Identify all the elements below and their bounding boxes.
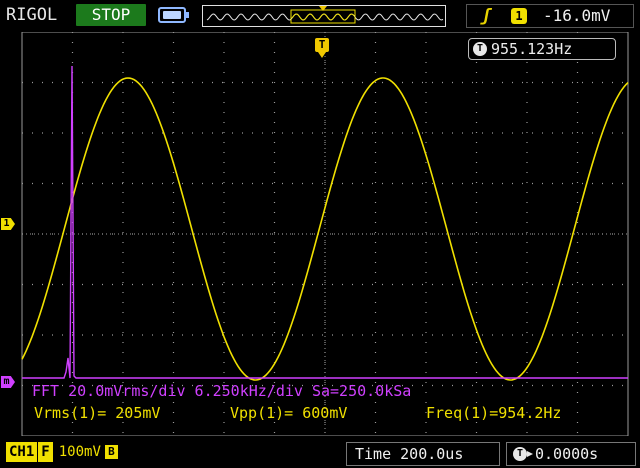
bandwidth-limit-badge: B [104,445,118,459]
frequency-counter-value: 955.123Hz [491,40,573,58]
measurement-value: 954.2Hz [498,404,562,422]
timebase-value: 200.0us [400,445,464,463]
measurement-label: Freq(1)= [426,404,499,422]
run-stop-status[interactable]: STOP [76,4,146,26]
ch1-coupling: F [38,442,53,462]
measurement-vrms: Vrms(1)= 205mV [34,403,160,423]
trigger-offset-setting[interactable]: T 0.0000s [506,442,636,466]
ch1-label: CH1 [6,442,38,462]
rising-edge-icon: ʃ [481,6,492,26]
measurement-vpp: Vpp(1)= 600mV [230,403,347,423]
top-status-bar: RIGOL STOP ʃ 1 -16.0mV [0,0,640,32]
ch1-volts-per-div: 100mV [58,444,101,460]
trigger-settings-panel[interactable]: ʃ 1 -16.0mV [466,4,634,28]
bottom-status-bar: CH1 F 100mV B Time 200.0us T 0.0000s [0,436,640,468]
memory-position-waveform-icon [206,6,444,24]
trigger-source-badge: 1 [511,8,527,24]
ch1-settings[interactable]: CH1 F 100mV B [6,442,118,462]
timebase-setting[interactable]: Time 200.0us [346,442,500,466]
trigger-offset-value: 0.0000s [535,445,599,463]
brand-logo: RIGOL [6,5,58,25]
measurement-label: Vpp(1)= [230,404,294,422]
measurement-label: Vrms(1)= [34,404,107,422]
measurement-value: 600mV [302,404,348,422]
trigger-position-marker[interactable]: T [315,38,329,58]
waveform-position-bar[interactable] [202,5,446,27]
trigger-icon: T [473,42,487,56]
timebase-label: Time [355,445,392,463]
measurement-value: 205mV [115,404,161,422]
trigger-level: -16.0mV [543,6,611,25]
measurement-freq: Freq(1)=954.2Hz [426,403,561,423]
trigger-offset-icon: T [513,447,533,461]
memory-depth-icon [158,7,189,23]
frequency-counter: T 955.123Hz [468,38,616,60]
fft-status-line: FFT 20.0mVrms/div 6.250kHz/div Sa=250.0k… [32,382,412,400]
